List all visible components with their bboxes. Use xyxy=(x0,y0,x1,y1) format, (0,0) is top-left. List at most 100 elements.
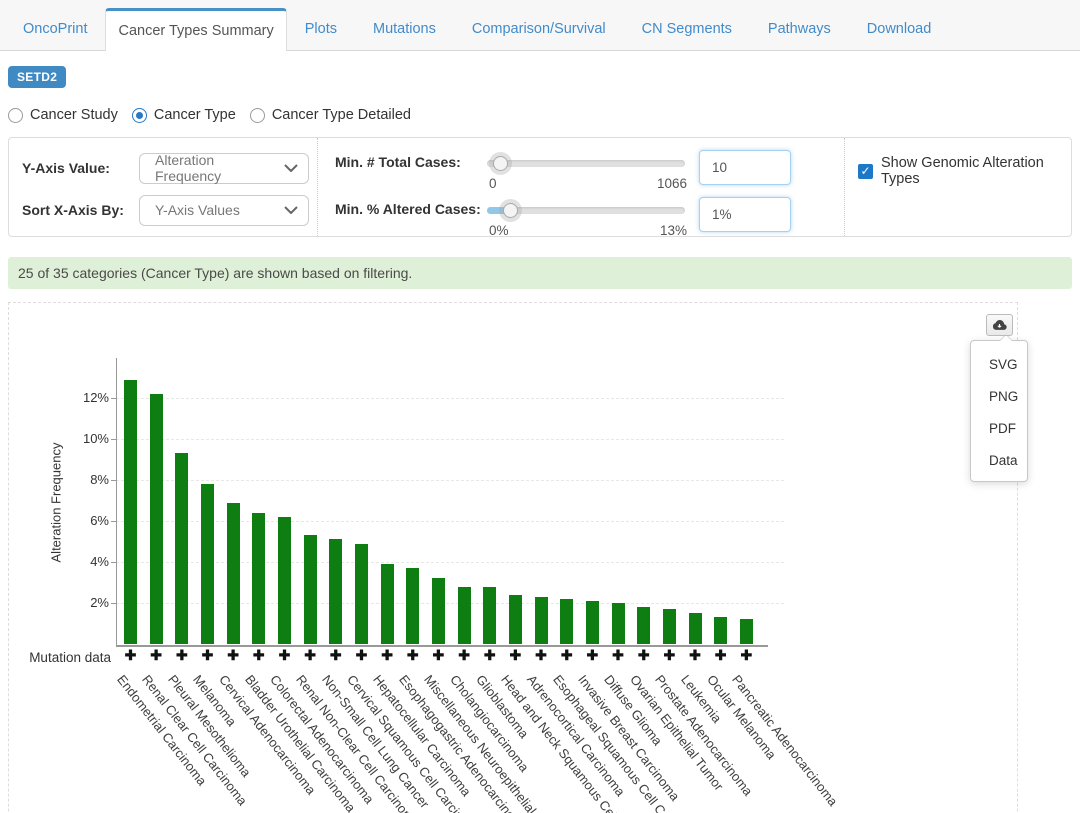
y-tick-label: 6% xyxy=(67,513,109,528)
y-tick-label: 4% xyxy=(67,554,109,569)
mutation-data-plus-icon: ✚ xyxy=(276,647,292,664)
bar-adrenocortical-carcinoma[interactable] xyxy=(535,597,548,644)
group-by-radio-row: Cancer Study Cancer Type Cancer Type Detai… xyxy=(8,107,1072,123)
tab-cancer-types-summary[interactable]: Cancer Types Summary xyxy=(105,8,286,51)
tab-cn-segments[interactable]: CN Segments xyxy=(624,8,750,50)
mutation-data-plus-icon: ✚ xyxy=(738,647,754,664)
gridline-10% xyxy=(116,439,784,440)
mutation-data-plus-icon: ✚ xyxy=(636,647,652,664)
mutation-data-plus-icon: ✚ xyxy=(379,647,395,664)
radio-cancer-type-detailed[interactable]: Cancer Type Detailed xyxy=(250,107,411,123)
bar-prostate-adenocarcinoma[interactable] xyxy=(663,609,676,644)
show-genomic-alteration-types-label: Show Genomic Alteration Types xyxy=(881,155,1071,187)
bar-cervical-squamous-cell-carcinoma[interactable] xyxy=(355,544,368,644)
tab-oncoprint[interactable]: OncoPrint xyxy=(5,8,105,50)
bar-cholangiocarcinoma[interactable] xyxy=(458,587,471,644)
min-altered-cases-slider: 0% 13% xyxy=(487,197,685,237)
bar-pancreatic-adenocarcinoma[interactable] xyxy=(740,619,753,644)
min-altered-cases-label: Min. % Altered Cases: xyxy=(335,197,487,217)
mutation-data-plus-icon: ✚ xyxy=(559,647,575,664)
checkbox-checked-icon[interactable]: ✓ xyxy=(858,164,873,179)
bar-endometrial-carcinoma[interactable] xyxy=(124,380,137,644)
tab-pathways[interactable]: Pathways xyxy=(750,8,849,50)
bar-cervical-adenocarcinoma[interactable] xyxy=(227,503,240,644)
bar-renal-non-clear-cell-carcinoma[interactable] xyxy=(304,535,317,644)
bar-melanoma[interactable] xyxy=(201,484,214,644)
bar-ovarian-epithelial-tumor[interactable] xyxy=(637,607,650,644)
min-total-cases-slider-thumb[interactable] xyxy=(493,156,508,171)
tab-plots[interactable]: Plots xyxy=(287,8,355,50)
download-menu-item-png[interactable]: PNG xyxy=(971,381,1027,413)
mutation-data-plus-icon: ✚ xyxy=(225,647,241,664)
sort-x-axis-selected: Y-Axis Values xyxy=(155,202,240,218)
min-altered-cases-min: 0% xyxy=(489,223,509,238)
y-tick-label: 2% xyxy=(67,595,109,610)
cloud-download-icon xyxy=(991,318,1008,333)
gene-badge[interactable]: SETD2 xyxy=(8,66,66,88)
bar-bladder-urothelial-carcinoma[interactable] xyxy=(252,513,265,644)
radio-cancer-type[interactable]: Cancer Type xyxy=(132,107,236,123)
min-altered-cases-input[interactable] xyxy=(699,197,791,232)
filter-controls-section: Min. # Total Cases: 0 1066 Min. % Altere… xyxy=(317,138,844,236)
axis-controls-section: Y-Axis Value: Alteration Frequency Sort … xyxy=(9,138,317,236)
mutation-data-plus-icon: ✚ xyxy=(430,647,446,664)
sort-x-axis-select[interactable]: Y-Axis Values xyxy=(139,195,309,226)
mutation-data-plus-icon: ✚ xyxy=(507,647,523,664)
tab-comparison-survival[interactable]: Comparison/Survival xyxy=(454,8,624,50)
bar-renal-clear-cell-carcinoma[interactable] xyxy=(150,394,163,644)
mutation-data-row-label: Mutation data xyxy=(9,650,111,665)
bar-colorectal-adenocarcinoma[interactable] xyxy=(278,517,291,644)
mutation-data-plus-icon: ✚ xyxy=(199,647,215,664)
y-axis-value-label: Y-Axis Value: xyxy=(22,160,139,176)
min-total-cases-input[interactable] xyxy=(699,150,791,185)
y-axis-value-selected: Alteration Frequency xyxy=(155,152,284,184)
radio-unselected-icon[interactable] xyxy=(8,108,23,123)
download-chart-button[interactable] xyxy=(986,314,1013,336)
download-menu-item-svg[interactable]: SVG xyxy=(971,349,1027,381)
mutation-data-plus-icon: ✚ xyxy=(123,647,139,664)
mutation-data-plus-icon: ✚ xyxy=(148,647,164,664)
min-total-cases-label: Min. # Total Cases: xyxy=(335,150,487,170)
chart-panel: 2%4%6%8%10%12%Alteration Frequency✚Endom… xyxy=(8,302,1018,813)
bar-non-small-cell-lung-cancer[interactable] xyxy=(329,539,342,644)
download-menu-item-pdf[interactable]: PDF xyxy=(971,413,1027,445)
radio-label: Cancer Type xyxy=(154,107,236,123)
bar-leukemia[interactable] xyxy=(689,613,702,644)
bar-pleural-mesothelioma[interactable] xyxy=(175,453,188,644)
radio-label: Cancer Type Detailed xyxy=(272,107,411,123)
tab-download[interactable]: Download xyxy=(849,8,950,50)
tab-bar: OncoPrintCancer Types SummaryPlotsMutati… xyxy=(0,0,1080,51)
bar-diffuse-glioma[interactable] xyxy=(612,603,625,644)
radio-selected-icon[interactable] xyxy=(132,108,147,123)
bar-esophageal-squamous-cell-carcinoma[interactable] xyxy=(560,599,573,644)
show-genomic-alteration-types-option[interactable]: ✓ Show Genomic Alteration Types xyxy=(858,155,1071,187)
mutation-data-plus-icon: ✚ xyxy=(251,647,267,664)
gridline-8% xyxy=(116,480,784,481)
mutation-data-plus-icon: ✚ xyxy=(687,647,703,664)
mutation-data-plus-icon: ✚ xyxy=(174,647,190,664)
gridline-12% xyxy=(116,398,784,399)
min-altered-cases-slider-thumb[interactable] xyxy=(503,203,518,218)
bar-esophagogastric-adenocarcinoma[interactable] xyxy=(406,568,419,644)
y-axis-title: Alteration Frequency xyxy=(49,423,64,583)
bar-hepatocellular-carcinoma[interactable] xyxy=(381,564,394,644)
mutation-data-plus-icon: ✚ xyxy=(353,647,369,664)
mutation-data-plus-icon: ✚ xyxy=(610,647,626,664)
bar-ocular-melanoma[interactable] xyxy=(714,617,727,644)
radio-label: Cancer Study xyxy=(30,107,118,123)
radio-cancer-study[interactable]: Cancer Study xyxy=(8,107,118,123)
control-panel: Y-Axis Value: Alteration Frequency Sort … xyxy=(8,137,1072,237)
filter-status-banner: 25 of 35 categories (Cancer Type) are sh… xyxy=(8,257,1072,289)
gridline-6% xyxy=(116,521,784,522)
mutation-data-plus-icon: ✚ xyxy=(661,647,677,664)
y-axis-value-select[interactable]: Alteration Frequency xyxy=(139,153,309,184)
bar-miscellaneous-neuroepithelial-tumor[interactable] xyxy=(432,578,445,644)
bar-glioblastoma[interactable] xyxy=(483,587,496,644)
min-total-cases-slider-track[interactable] xyxy=(487,160,685,167)
tab-mutations[interactable]: Mutations xyxy=(355,8,454,50)
bar-head-and-neck-squamous-cell-carcinoma[interactable] xyxy=(509,595,522,644)
download-menu-item-data[interactable]: Data xyxy=(971,445,1027,477)
min-total-cases-max: 1066 xyxy=(657,176,687,191)
radio-unselected-icon[interactable] xyxy=(250,108,265,123)
bar-invasive-breast-carcinoma[interactable] xyxy=(586,601,599,644)
